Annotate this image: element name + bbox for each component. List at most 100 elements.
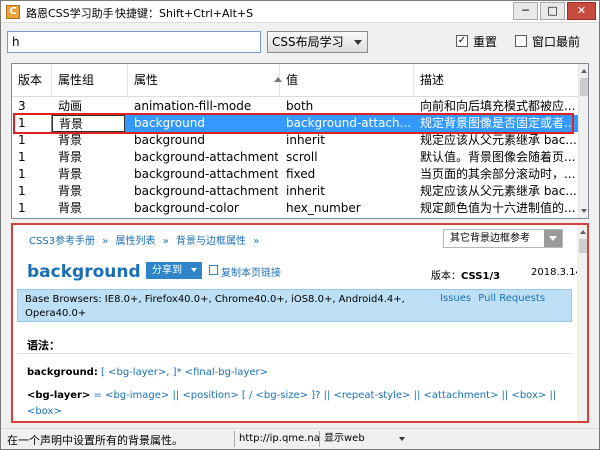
table-cell: inherit [286,184,325,198]
copy-icon[interactable] [209,265,218,275]
chevron-down-icon [354,40,362,45]
column-header-value[interactable]: 值 [280,64,414,97]
column-header-version[interactable]: 版本 [12,64,52,97]
status-text: 在一个声明中设置所有的背景属性。 [7,434,183,447]
scroll-up-icon[interactable] [581,69,587,73]
chevron-down-icon [549,236,557,241]
table-cell: hex_number [286,201,361,215]
table-row[interactable]: 1 背景 background-attachment fixed 当页面的其余部分滚动时… [12,166,578,183]
reference-select-value: 其它背景边框参考 [450,233,530,244]
breadcrumb-property-list[interactable]: 属性列表 [116,236,156,247]
breadcrumb-bg-border[interactable]: 背景与边框属性 [176,236,246,247]
column-header-property[interactable]: 属性 [128,64,280,97]
maximize-button[interactable]: □ [540,2,565,20]
breadcrumb-separator: » [253,236,260,247]
mode-select[interactable]: CSS布局学习 [267,31,368,53]
always-on-top-label[interactable]: 窗口最前 [532,33,580,50]
syntax-heading: 语法： [27,339,60,352]
divider [17,353,572,354]
minimize-button[interactable]: ─ [513,2,538,20]
copy-link[interactable]: 复制本页链接 [221,264,281,279]
table-cell: scroll [286,150,318,164]
scroll-thumb[interactable] [580,78,588,96]
table-cell: 背景 [58,184,83,198]
mode-select-value: CSS布局学习 [272,35,344,49]
table-cell: 规定应该从父元素继承 bac... [420,133,577,147]
table-cell: 默认值。背景图像会随着页... [420,150,576,164]
table-cell: 1 [12,115,51,132]
status-url[interactable]: http://ip.qme.na [234,431,320,447]
hotkey-hint: 快捷键：Shift+Ctrl+Alt+S [115,7,254,20]
app-icon: C [6,5,20,19]
toolbar: CSS布局学习 ✓ 重置 窗口最前 [1,25,599,59]
chevron-down-icon [191,268,197,272]
version-info: 版本：CSS1/3 [431,267,500,282]
table-cell: 3 [18,99,26,113]
breadcrumb-separator: » [102,236,109,247]
reset-label[interactable]: 重置 [473,33,497,50]
issues-link[interactable]: Issues [440,293,471,304]
version-date: 2018.3.14 [531,267,582,278]
table-row[interactable]: 1 背景 background-color hex_number 规定颜色值为十六进制值… [12,200,578,217]
table-cell: 背景 [58,201,83,215]
table-cell: 背景 [58,167,83,181]
table-scrollbar[interactable] [578,64,588,218]
table-cell: 当页面的其余部分滚动时，... [420,167,576,181]
repo-links: Issues Pull Requests [440,293,549,304]
window-title: 路恩CSS学习助手 [26,7,114,20]
table-row[interactable]: 1 背景 background background-attach... 规定背景图像是… [12,115,578,132]
column-header-description[interactable]: 描述 [414,64,578,97]
scroll-down-icon[interactable] [581,209,587,213]
reference-select-button[interactable] [544,230,562,247]
syntax-1-name: background: [27,367,98,378]
table-cell: animation-fill-mode [134,99,252,113]
table-cell: fixed [286,167,316,181]
table-cell: background-attach... [286,116,412,130]
table-row[interactable]: 1 背景 background-attachment inherit 规定应该从父元素继… [12,183,578,200]
scroll-thumb[interactable] [579,239,587,253]
breadcrumb-css3-manual[interactable]: CSS3参考手册 [29,236,95,247]
browser-support-text: Base Browsers: IE8.0+, Firefox40.0+, Chr… [25,294,405,319]
table-row[interactable]: 1 背景 background-attachment scroll 默认值。背景图像会随… [12,149,578,166]
syntax-line-1: background: [ <bg-layer>, ]* <final-bg-l… [27,367,268,378]
table-cell: 背景 [58,150,83,164]
status-mode-select[interactable]: 显示web [319,431,409,447]
scroll-up-icon[interactable] [580,230,586,234]
column-header-group[interactable]: 属性组 [52,64,128,97]
table-body: 3 动画 animation-fill-mode both 向前和向后填充模式都被应..… [12,98,578,218]
table-cell: background-attachment [134,167,278,181]
table-cell: 规定背景图像是否固定或者... [420,116,576,130]
pull-requests-link[interactable]: Pull Requests [478,293,545,304]
share-button[interactable]: 分享到 [146,262,202,279]
title-bar[interactable]: C 路恩CSS学习助手 快捷键：Shift+Ctrl+Alt+S ─ □ ✕ [1,1,599,23]
table-row[interactable]: 1 背景 background inherit 规定应该从父元素继承 bac... [12,132,578,149]
table-cell: 规定颜色值为十六进制值的... [420,201,576,215]
table-cell: background-color [134,201,239,215]
table-cell: 1 [18,133,26,147]
table-cell: background [134,116,205,130]
table-cell: 1 [18,150,26,164]
table-cell: 背景 [58,133,83,147]
table-cell: background-attachment [134,184,278,198]
breadcrumb-separator: » [162,236,169,247]
reset-checkbox[interactable]: ✓ [456,35,468,47]
reference-select[interactable]: 其它背景边框参考 [443,229,563,248]
browser-support-box: Base Browsers: IE8.0+, Firefox40.0+, Chr… [17,289,572,322]
table-cell: 1 [18,201,26,215]
share-label: 分享到 [152,265,182,276]
app-window: C 路恩CSS学习助手 快捷键：Shift+Ctrl+Alt+S ─ □ ✕ C… [0,0,600,450]
table-row[interactable]: 3 动画 animation-fill-mode both 向前和向后填充模式都被应..… [12,98,578,115]
always-on-top-checkbox[interactable] [515,35,527,47]
property-table: 版本 属性组 属性 值 描述 3 动画 animation-fill-mode bot… [11,63,589,219]
table-cell: 1 [18,167,26,181]
doc-scrollbar[interactable] [577,225,587,421]
version-value: CSS1/3 [461,271,501,282]
close-button[interactable]: ✕ [567,2,596,20]
table-cell: background [134,133,205,147]
table-cell: 背景 [52,115,125,132]
property-title: background [27,262,141,282]
table-cell: 动画 [58,99,83,113]
table-header: 版本 属性组 属性 值 描述 [12,64,578,97]
syntax-2-value: = <bg-image> || <position> [ / <bg-size>… [27,390,557,417]
search-input[interactable] [7,31,261,53]
